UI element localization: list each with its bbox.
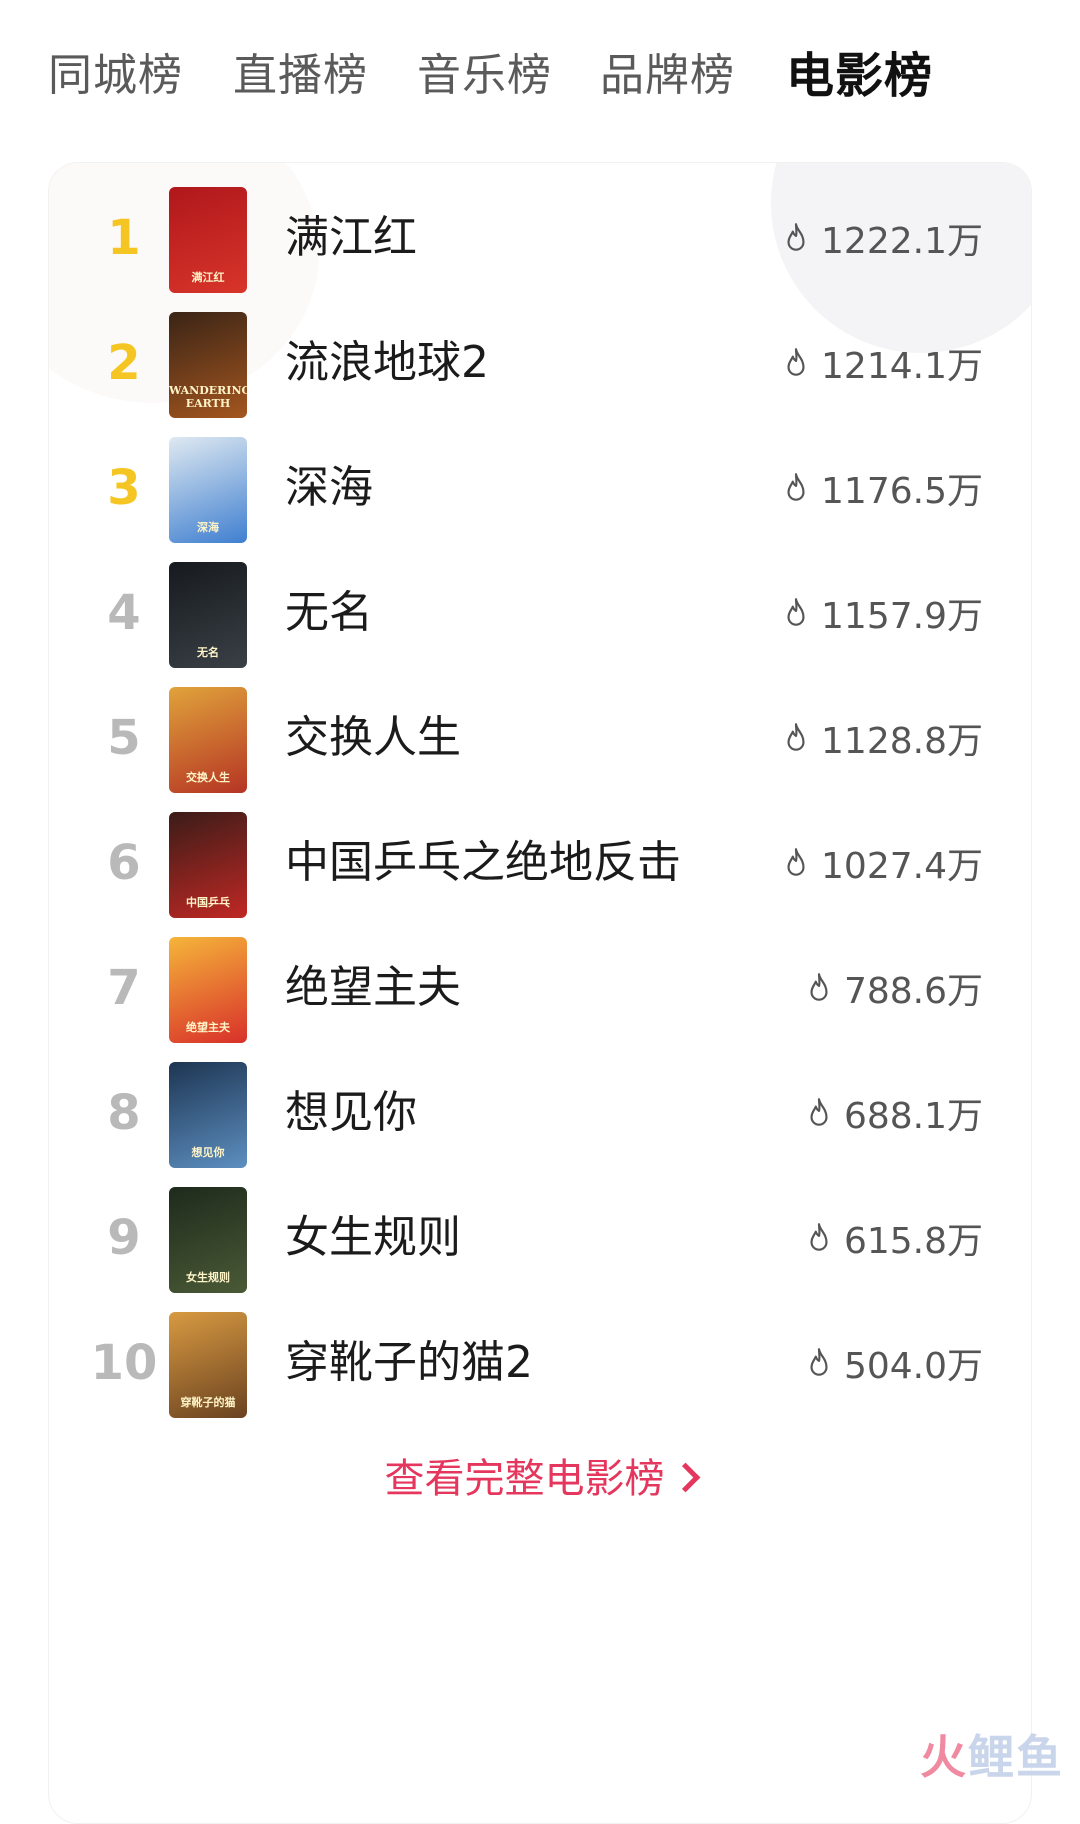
- poster-title: 深海: [197, 521, 219, 534]
- movie-title[interactable]: 无名: [285, 558, 373, 668]
- view-full-label: 查看完整电影榜: [384, 1456, 665, 1502]
- heat-value-text: 504.0万: [843, 1346, 983, 1387]
- rank-number: 1: [107, 210, 141, 266]
- fire-icon: [787, 598, 805, 626]
- rank-number: 10: [90, 1335, 158, 1391]
- movie-title[interactable]: 想见你: [285, 1058, 417, 1168]
- movie-row[interactable]: 2 WANDERING EARTH 流浪地球2 1214.1万: [49, 308, 1031, 418]
- tab-movie[interactable]: 电影榜: [786, 46, 933, 106]
- poster-title: 交换人生: [186, 771, 230, 784]
- rank-number: 4: [107, 585, 141, 641]
- movie-poster[interactable]: 深海: [169, 437, 247, 543]
- movie-title[interactable]: 穿靴子的猫2: [285, 1308, 533, 1418]
- poster-title: 穿靴子的猫: [180, 1396, 236, 1409]
- heat-value-text: 615.8万: [843, 1221, 983, 1262]
- poster-title: 想见你: [191, 1146, 225, 1159]
- fire-icon: [810, 1098, 828, 1126]
- heat-value: 1027.4万: [783, 808, 983, 918]
- watermark-text: 鲤鱼: [968, 1730, 1064, 1784]
- ranking-tabs: 同城榜 直播榜 音乐榜 品牌榜 电影榜: [0, 0, 1080, 150]
- heat-value-text: 1176.5万: [821, 471, 983, 512]
- movie-title[interactable]: 女生规则: [285, 1183, 461, 1293]
- chevron-right-icon: [670, 1462, 700, 1493]
- rank-number: 8: [107, 1085, 141, 1141]
- heat-value-text: 1157.9万: [821, 596, 983, 637]
- movie-poster[interactable]: 满江红: [169, 187, 247, 293]
- movie-poster[interactable]: 穿靴子的猫: [169, 1312, 247, 1418]
- watermark-text: 火: [920, 1730, 968, 1784]
- watermark-logo: 火鲤鱼: [920, 1721, 1064, 1787]
- movie-row[interactable]: 3 深海 深海 1176.5万: [49, 433, 1031, 543]
- movie-row[interactable]: 8 想见你 想见你 688.1万: [49, 1058, 1031, 1168]
- heat-value: 1214.1万: [783, 308, 983, 418]
- poster-title: 无名: [197, 646, 219, 659]
- tab-brand[interactable]: 品牌榜: [600, 46, 735, 106]
- movie-row[interactable]: 4 无名 无名 1157.9万: [49, 558, 1031, 668]
- movie-row[interactable]: 6 中国乒乓 中国乒乓之绝地反击 1027.4万: [49, 808, 1031, 918]
- heat-value: 788.6万: [806, 933, 983, 1043]
- fire-icon: [787, 473, 805, 501]
- fire-icon: [787, 848, 805, 876]
- heat-value-text: 1214.1万: [821, 346, 983, 387]
- movie-poster[interactable]: WANDERING EARTH: [169, 312, 247, 418]
- heat-value: 1222.1万: [783, 183, 983, 293]
- heat-value-text: 1222.1万: [821, 221, 983, 262]
- poster-title: WANDERING EARTH: [169, 384, 247, 410]
- heat-value: 1176.5万: [783, 433, 983, 543]
- rank-number: 6: [107, 835, 141, 891]
- rank-number: 2: [107, 335, 141, 391]
- rank-number: 5: [107, 710, 141, 766]
- movie-poster[interactable]: 想见你: [169, 1062, 247, 1168]
- heat-value: 1128.8万: [783, 683, 983, 793]
- movie-ranking-card: 1 满江红 满江红 1222.1万 2 WANDERING EARTH 流浪地球2 1214.…: [48, 162, 1032, 1824]
- movie-row[interactable]: 1 满江红 满江红 1222.1万: [49, 183, 1031, 293]
- movie-poster[interactable]: 女生规则: [169, 1187, 247, 1293]
- heat-value-text: 1128.8万: [821, 721, 983, 762]
- movie-title[interactable]: 中国乒乓之绝地反击: [285, 808, 681, 918]
- movie-row[interactable]: 7 绝望主夫 绝望主夫 788.6万: [49, 933, 1031, 1043]
- rank-number: 9: [107, 1210, 141, 1266]
- heat-value-text: 788.6万: [843, 971, 983, 1012]
- tab-music[interactable]: 音乐榜: [417, 46, 552, 106]
- heat-value: 1157.9万: [783, 558, 983, 668]
- heat-value-text: 1027.4万: [821, 846, 983, 887]
- movie-row[interactable]: 5 交换人生 交换人生 1128.8万: [49, 683, 1031, 793]
- movie-title[interactable]: 深海: [285, 433, 373, 543]
- fire-icon: [787, 348, 805, 376]
- poster-title: 女生规则: [186, 1271, 230, 1284]
- movie-title[interactable]: 交换人生: [285, 683, 461, 793]
- fire-icon: [810, 1223, 828, 1251]
- heat-value: 615.8万: [806, 1183, 983, 1293]
- movie-poster[interactable]: 绝望主夫: [169, 937, 247, 1043]
- movie-title[interactable]: 绝望主夫: [285, 933, 461, 1043]
- fire-icon: [810, 1348, 828, 1376]
- movie-row[interactable]: 10 穿靴子的猫 穿靴子的猫2 504.0万: [49, 1308, 1031, 1418]
- movie-title[interactable]: 流浪地球2: [285, 308, 489, 418]
- heat-value: 504.0万: [806, 1308, 983, 1418]
- movie-poster[interactable]: 交换人生: [169, 687, 247, 793]
- poster-title: 中国乒乓: [186, 896, 230, 909]
- heat-value: 688.1万: [806, 1058, 983, 1168]
- movie-row[interactable]: 9 女生规则 女生规则 615.8万: [49, 1183, 1031, 1293]
- view-full-movie-ranking-link[interactable]: 查看完整电影榜: [49, 1449, 1031, 1509]
- fire-icon: [810, 973, 828, 1001]
- poster-title: 绝望主夫: [186, 1021, 230, 1034]
- movie-poster[interactable]: 无名: [169, 562, 247, 668]
- fire-icon: [787, 723, 805, 751]
- poster-title: 满江红: [191, 271, 225, 284]
- fire-icon: [787, 223, 805, 251]
- rank-number: 7: [107, 960, 141, 1016]
- heat-value-text: 688.1万: [843, 1096, 983, 1137]
- rank-number: 3: [107, 460, 141, 516]
- tab-local[interactable]: 同城榜: [48, 46, 183, 106]
- tab-live[interactable]: 直播榜: [233, 46, 368, 106]
- movie-poster[interactable]: 中国乒乓: [169, 812, 247, 918]
- movie-title[interactable]: 满江红: [285, 183, 417, 293]
